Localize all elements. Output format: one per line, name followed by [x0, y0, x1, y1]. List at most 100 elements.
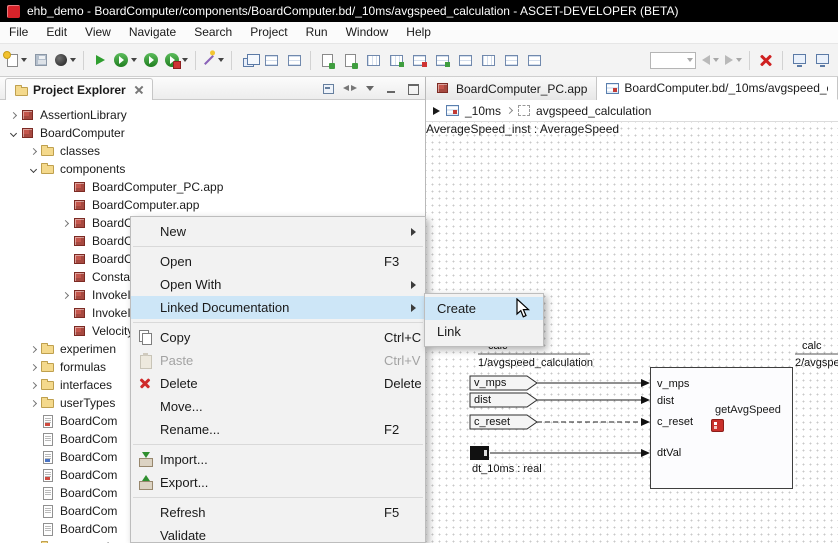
- sequence-call-target[interactable]: 2/avgspeed_calculation: [795, 357, 838, 369]
- add-page-button[interactable]: [316, 48, 338, 72]
- tree-item-assertionlibrary[interactable]: AssertionLibrary: [0, 106, 425, 124]
- menu-item-copy[interactable]: Copy Ctrl+C: [131, 326, 425, 349]
- expand-arrow-icon[interactable]: [26, 378, 40, 392]
- history-combo[interactable]: [648, 48, 698, 72]
- menu-item-label: Rename...: [160, 422, 220, 437]
- collapse-arrow-icon[interactable]: [6, 126, 20, 140]
- element-icon: [518, 105, 531, 116]
- averagespeed-block[interactable]: v_mps dist c_reset dtVal getAvgSpeed: [650, 367, 793, 489]
- grid-view-button-4[interactable]: [523, 48, 545, 72]
- menu-edit[interactable]: Edit: [37, 22, 76, 43]
- tree-item-label: BoardC: [92, 252, 133, 266]
- back-button[interactable]: [699, 48, 721, 72]
- run-button[interactable]: [140, 48, 162, 72]
- method-icon[interactable]: [711, 419, 724, 432]
- menu-item-import[interactable]: Import...: [131, 448, 425, 471]
- grid-view-button-3[interactable]: [500, 48, 522, 72]
- tree-item-label: AssertionLibrary: [40, 108, 127, 122]
- menu-window[interactable]: Window: [337, 22, 398, 43]
- menu-search[interactable]: Search: [185, 22, 241, 43]
- menu-navigate[interactable]: Navigate: [120, 22, 185, 43]
- view-menu-icon[interactable]: [363, 81, 379, 96]
- menu-shortcut: Delete: [384, 376, 422, 391]
- expand-arrow-icon[interactable]: [58, 288, 72, 302]
- columns-view-button[interactable]: [362, 48, 384, 72]
- menu-item-open-with[interactable]: Open With: [131, 273, 425, 296]
- grid-add-button[interactable]: [431, 48, 453, 72]
- menu-help[interactable]: Help: [397, 22, 440, 43]
- tab-avgspeed-calculation[interactable]: BoardComputer.bd/_10ms/avgspeed_calculat…: [597, 77, 838, 100]
- forward-button[interactable]: [722, 48, 744, 72]
- terminate-button[interactable]: [755, 48, 777, 72]
- input-flag-v-mps[interactable]: v_mps: [474, 377, 506, 389]
- menu-run[interactable]: Run: [297, 22, 337, 43]
- tree-item-label: components: [60, 162, 126, 176]
- menu-view[interactable]: View: [76, 22, 120, 43]
- expand-arrow-icon[interactable]: [58, 216, 72, 230]
- project-explorer-tab[interactable]: Project Explorer: [5, 78, 153, 100]
- editor-window-button-2[interactable]: [811, 48, 833, 72]
- workspace-target-button[interactable]: [53, 48, 78, 72]
- tab-boardcomputer-pc-app[interactable]: BoardComputer_PC.app: [426, 77, 598, 100]
- debug-button[interactable]: [163, 48, 190, 72]
- run-build-button[interactable]: [89, 48, 111, 72]
- grid-view-button-2[interactable]: [477, 48, 499, 72]
- validate-wand-button[interactable]: [201, 48, 226, 72]
- grid-remove-button[interactable]: [408, 48, 430, 72]
- expand-arrow-icon[interactable]: [26, 360, 40, 374]
- breadcrumb-item-avgspeed[interactable]: avgspeed_calculation: [536, 104, 651, 118]
- menu-item-open[interactable]: Open F3: [131, 250, 425, 273]
- link-editor-icon[interactable]: [342, 81, 358, 96]
- grid-view-button[interactable]: [454, 48, 476, 72]
- add-page-button-2[interactable]: [339, 48, 361, 72]
- menu-item-validate[interactable]: Validate: [131, 524, 425, 542]
- sequence-call-label[interactable]: calc: [802, 340, 822, 352]
- new-window-button[interactable]: [237, 48, 260, 72]
- breadcrumb-toggle-icon[interactable]: [433, 106, 440, 115]
- menu-item-linked-documentation[interactable]: Linked Documentation: [131, 296, 425, 319]
- tree-item-components[interactable]: components: [0, 160, 425, 178]
- menu-item-rename[interactable]: Rename... F2: [131, 418, 425, 441]
- run-config-button[interactable]: [112, 48, 139, 72]
- menu-item-new[interactable]: New: [131, 220, 425, 243]
- menu-item-export[interactable]: Export...: [131, 471, 425, 494]
- menu-item-move[interactable]: Move...: [131, 395, 425, 418]
- maximize-icon[interactable]: [405, 81, 421, 96]
- block-port-v-mps[interactable]: v_mps: [657, 378, 689, 390]
- block-port-dist[interactable]: dist: [657, 395, 674, 407]
- collapse-all-icon[interactable]: [321, 81, 337, 96]
- breadcrumb-item-10ms[interactable]: _10ms: [465, 104, 501, 118]
- expand-arrow-icon[interactable]: [26, 144, 40, 158]
- submenu-item-link[interactable]: Link: [425, 320, 543, 343]
- tree-item-boardcomputer-app[interactable]: BoardComputer.app: [0, 196, 425, 214]
- tree-item-boardcomputer[interactable]: BoardComputer: [0, 124, 425, 142]
- new-wizard-button[interactable]: [3, 48, 29, 72]
- tree-item-classes[interactable]: classes: [0, 142, 425, 160]
- menu-item-refresh[interactable]: Refresh F5: [131, 501, 425, 524]
- dt-source-label[interactable]: dt_10ms : real: [472, 463, 542, 475]
- input-flag-dist[interactable]: dist: [474, 394, 491, 406]
- sequence-call-target[interactable]: 1/avgspeed_calculation: [478, 357, 593, 369]
- menu-item-paste[interactable]: Paste Ctrl+V: [131, 349, 425, 372]
- expand-arrow-icon[interactable]: [6, 108, 20, 122]
- tree-item-label: BoardC: [92, 216, 133, 230]
- close-icon[interactable]: [134, 85, 144, 95]
- tree-item-boardcomputer-pc-app[interactable]: BoardComputer_PC.app: [0, 178, 425, 196]
- collapse-arrow-icon[interactable]: [26, 162, 40, 176]
- columns-add-button[interactable]: [385, 48, 407, 72]
- table-view-button-2[interactable]: [283, 48, 305, 72]
- tree-item-label: BoardCom: [60, 450, 118, 464]
- block-port-c-reset[interactable]: c_reset: [657, 416, 693, 428]
- save-button[interactable]: [30, 48, 52, 72]
- menu-item-delete[interactable]: Delete Delete: [131, 372, 425, 395]
- menu-file[interactable]: File: [0, 22, 37, 43]
- block-port-dtval[interactable]: dtVal: [657, 447, 681, 459]
- toolbar-separator: [310, 50, 311, 70]
- editor-window-button[interactable]: [788, 48, 810, 72]
- input-flag-c-reset[interactable]: c_reset: [474, 416, 510, 428]
- table-view-button[interactable]: [260, 48, 282, 72]
- minimize-icon[interactable]: [384, 81, 400, 96]
- expand-arrow-icon[interactable]: [26, 396, 40, 410]
- expand-arrow-icon[interactable]: [26, 342, 40, 356]
- menu-project[interactable]: Project: [241, 22, 296, 43]
